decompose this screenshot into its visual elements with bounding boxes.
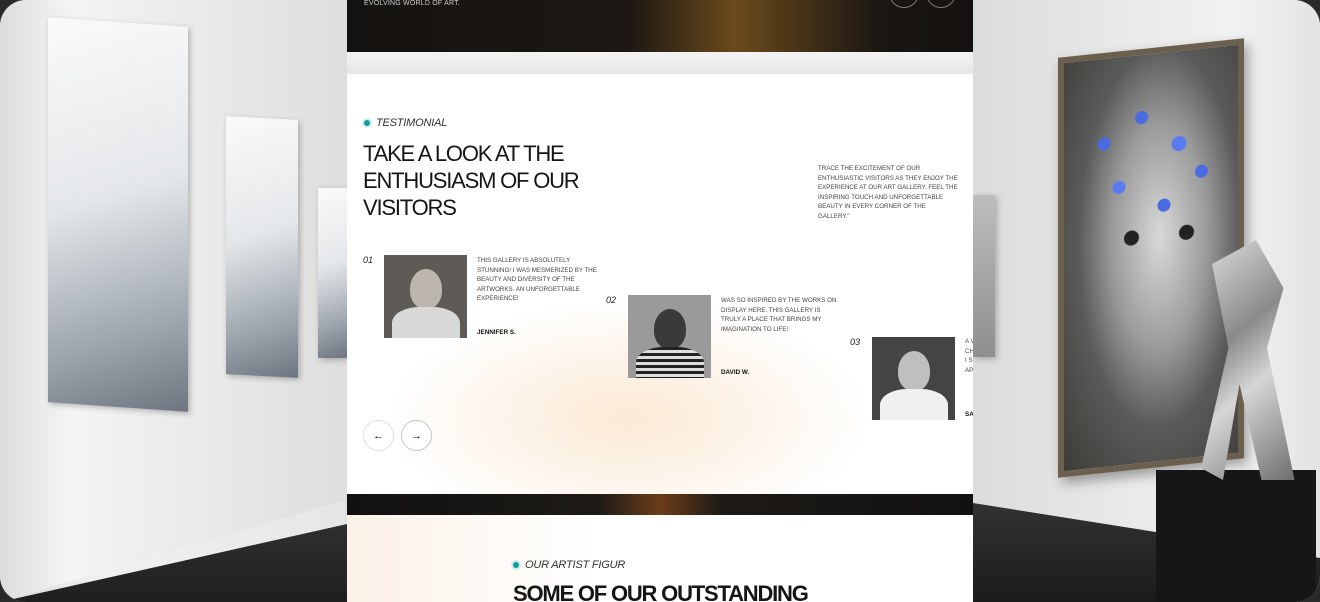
hero-prev-button[interactable] [889,0,919,8]
card-quote: A V CH I S AP [965,338,973,374]
left-artwork-3 [318,188,347,358]
card-number: 02 [606,295,617,305]
visitor-face [410,269,442,309]
arrow-left-icon: ← [373,429,384,442]
card-quote: THIS GALLERY IS ABSOLUTELY STUNNING! I W… [477,257,597,303]
headline-line-3: VISITORS [363,195,457,220]
headline-line-1: TAKE A LOOK AT THE [363,141,565,166]
testimonial-eyebrow-label: TESTIMONIAL [376,117,448,129]
hero-section-bottom: EVOLVING WORLD OF ART. [347,0,973,52]
hero-tagline: EVOLVING WORLD OF ART. [364,0,460,7]
section-gap-bottom [347,494,973,515]
visitor-shirt [880,389,948,420]
card-author: DAVID W. [721,369,750,376]
carousel-next-button[interactable]: → [401,420,432,451]
card-quote: WAS SO INSPIRED BY THE WORKS ON DISPLAY … [721,297,837,333]
visitor-face [898,351,930,391]
right-small-artwork [973,195,995,357]
visitor-shirt [636,347,704,378]
testimonial-section: TESTIMONIAL TAKE A LOOK AT THE ENTHUSIAS… [347,74,973,494]
left-artwork-2 [226,116,298,378]
accent-dot-icon [364,120,370,126]
visitor-photo-david [628,295,711,378]
artists-eyebrow: OUR ARTIST FIGUR [513,559,625,571]
artists-headline: SOME OF OUR OUTSTANDING [513,581,809,602]
card-number: 03 [850,337,861,347]
visitor-face [654,309,686,349]
card-number: 01 [363,255,374,265]
testimonial-intro: TRACE THE EXCITEMENT OF OUR ENTHUSIASTIC… [818,165,958,220]
visitor-photo-third [872,337,955,420]
arrow-right-icon: → [411,429,422,442]
accent-dot-icon [513,562,519,568]
section-gap-top [347,52,973,74]
testimonial-headline: TAKE A LOOK AT THE ENTHUSIASM OF OUR VIS… [363,140,623,221]
artists-section: OUR ARTIST FIGUR SOME OF OUR OUTSTANDING [347,515,973,602]
headline-line-2: ENTHUSIASM OF OUR [363,168,580,193]
artists-eyebrow-label: OUR ARTIST FIGUR [525,559,626,571]
visitor-shirt [392,307,460,338]
left-artwork-1 [48,17,188,412]
card-author: JENNIFER S. [477,329,516,336]
testimonial-eyebrow: TESTIMONIAL [364,117,447,129]
carousel-prev-button[interactable]: ← [363,420,394,451]
sculpture-pedestal [1156,470,1316,602]
visitor-photo-jennifer [384,255,467,338]
hero-next-button[interactable] [926,0,956,8]
card-author: SA [965,411,973,418]
